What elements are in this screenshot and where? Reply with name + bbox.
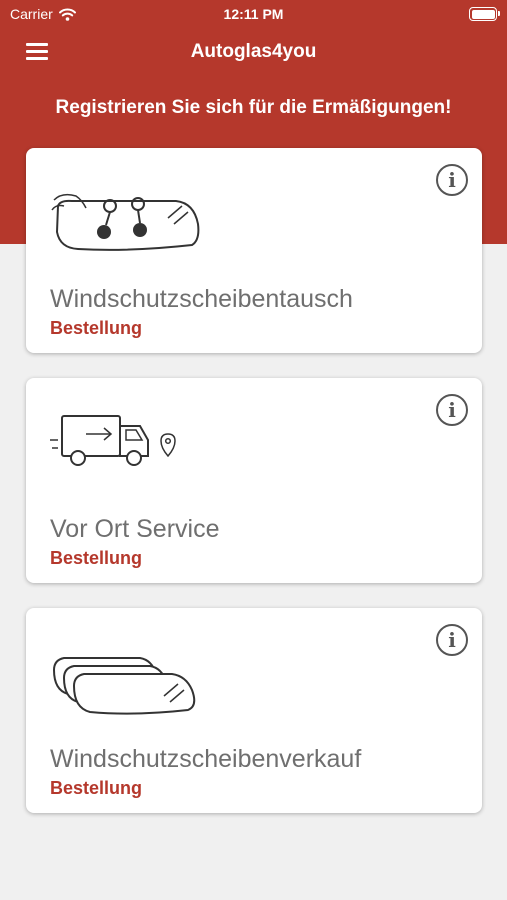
info-icon[interactable]: i (436, 394, 468, 426)
service-card-windshield-sales[interactable]: i Windschutzscheibenverkauf Bestellung (26, 608, 482, 813)
card-title: Windschutzscheibentausch (50, 285, 353, 313)
card-title: Vor Ort Service (50, 515, 220, 543)
service-card-windshield-replacement[interactable]: i Windschutzscheibentausch Bestellung (26, 148, 482, 353)
service-card-on-site-service[interactable]: i Vor Ort Service Bestellung (26, 378, 482, 583)
card-order-label: Bestellung (50, 548, 143, 568)
windshield-repair-icon (51, 193, 200, 251)
battery-icon (469, 7, 500, 21)
windshields-stack-icon (52, 657, 196, 715)
navigation-bar: Autoglas4you (0, 28, 507, 76)
status-time: 12:11 PM (223, 6, 284, 22)
card-title: Windschutzscheibenverkauf (50, 745, 362, 773)
status-bar: Carrier 12:11 PM (0, 0, 507, 28)
card-order-label: Bestellung (50, 778, 143, 798)
card-order-label: Bestellung (50, 318, 143, 338)
delivery-truck-icon (50, 415, 176, 466)
promo-banner-text[interactable]: Registrieren Sie sich für die Ermäßigung… (0, 97, 507, 119)
info-icon[interactable]: i (436, 624, 468, 656)
info-icon[interactable]: i (436, 164, 468, 196)
app-title: Autoglas4you (190, 41, 317, 62)
